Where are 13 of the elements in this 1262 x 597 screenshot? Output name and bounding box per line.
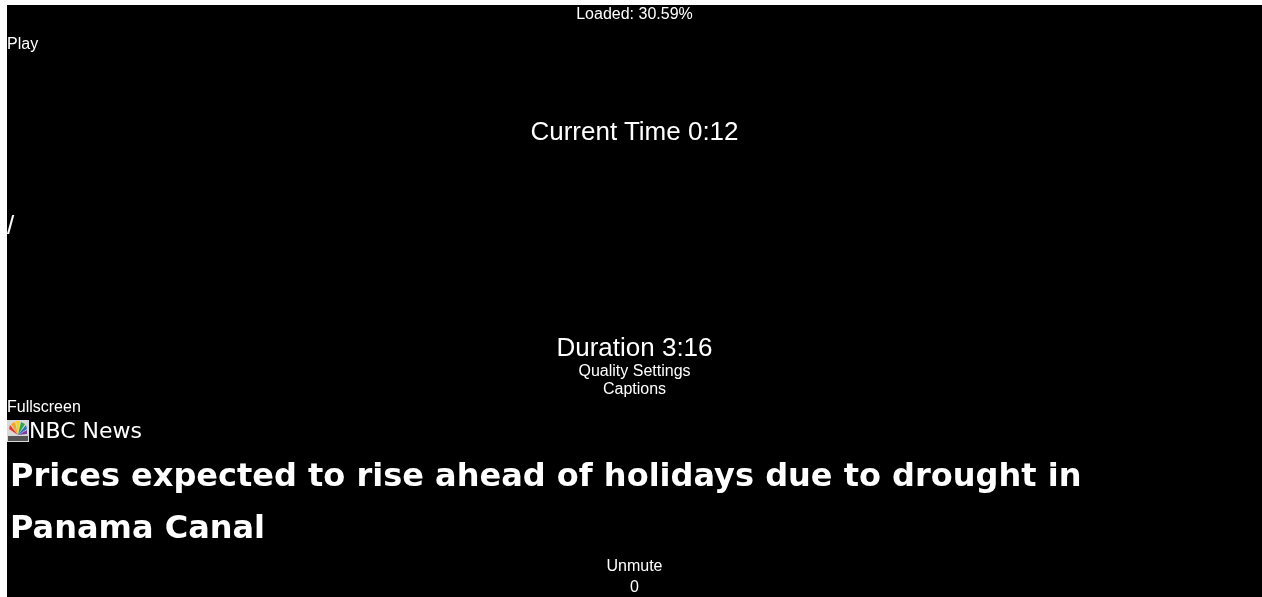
captions-button[interactable]: Captions [602,380,667,398]
current-time: Current Time 0:12 [530,116,739,146]
time-separator: / [7,210,15,240]
headline: Prices expected to rise ahead of holidays due to drought in Panama Canal [9,455,1083,548]
peacock-logo-icon [7,420,29,442]
quality-settings-button[interactable]: Quality Settings [578,362,691,380]
source-name: NBC News [29,417,142,445]
play-button[interactable]: Play [7,35,39,53]
volume-value: 0 [630,578,639,596]
loaded-status: Loaded: 30.59% [576,5,693,23]
fullscreen-button[interactable]: Fullscreen [7,398,81,416]
unmute-button[interactable]: Unmute [606,557,663,575]
duration: Duration 3:16 [556,332,713,362]
